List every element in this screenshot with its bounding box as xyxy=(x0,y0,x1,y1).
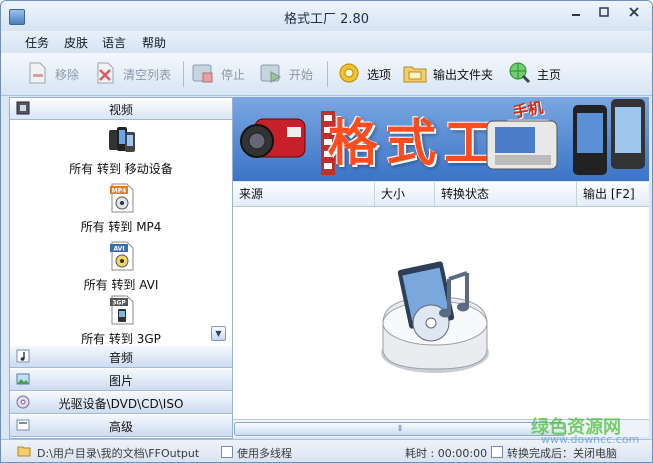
smartphones-icon xyxy=(573,99,645,175)
sidebar: 视频 所有 转到 移动设备 MP4 所有 转到 MP4 AVI 所有 转到 AV… xyxy=(9,97,233,439)
task-list[interactable] xyxy=(233,207,649,419)
camcorder-icon xyxy=(240,118,306,158)
menu-bar: 任务 皮肤 语言 帮助 xyxy=(1,31,652,53)
start-button[interactable]: 开始 xyxy=(259,59,319,89)
list-item-to-mobile[interactable]: 所有 转到 移动设备 xyxy=(10,124,232,180)
clear-list-icon xyxy=(97,62,114,84)
chevron-down-icon: ▼ xyxy=(215,329,222,338)
title-bar[interactable]: 格式工厂 2.80 xyxy=(1,1,652,31)
output-path: D:\用户目录\我的文档\FFOutput xyxy=(37,447,200,460)
grip-icon: ⦀ xyxy=(398,424,402,433)
folder-icon[interactable] xyxy=(17,444,31,458)
minimize-button[interactable] xyxy=(563,6,589,24)
svg-text:MP4: MP4 xyxy=(112,188,127,195)
category-advanced[interactable]: 高级 xyxy=(10,415,232,437)
remove-button[interactable]: 移除 xyxy=(25,59,85,89)
category-video[interactable]: 视频 xyxy=(10,98,232,120)
list-scroll-down-button[interactable]: ▼ xyxy=(211,326,226,341)
menu-task[interactable]: 任务 xyxy=(25,34,49,51)
column-size[interactable]: 大小 xyxy=(375,182,435,206)
clear-list-button[interactable]: 清空列表 xyxy=(93,59,177,89)
column-source[interactable]: 来源 xyxy=(233,182,375,206)
menu-help[interactable]: 帮助 xyxy=(142,34,166,51)
window-title: 格式工厂 2.80 xyxy=(283,12,370,27)
format-factory-logo-icon xyxy=(381,261,489,373)
close-icon xyxy=(629,7,639,17)
close-button[interactable] xyxy=(621,6,647,24)
category-rom-device[interactable]: 光驱设备\DVD\CD\ISO xyxy=(10,392,232,414)
toolbar-separator xyxy=(183,61,184,87)
folder-icon xyxy=(403,66,427,83)
multithread-checkbox[interactable]: 使用多线程 xyxy=(221,445,292,461)
watermark-url: www.downcc.com xyxy=(541,433,640,446)
list-item-to-avi[interactable]: AVI 所有 转到 AVI xyxy=(10,240,232,296)
home-button[interactable]: 主页 xyxy=(507,59,571,89)
stop-icon xyxy=(192,64,213,83)
maximize-icon xyxy=(599,7,609,17)
list-item-to-3gp[interactable]: 3GP 所有 转到 3GP xyxy=(10,294,232,350)
svg-text:AVI: AVI xyxy=(113,246,124,253)
stop-button[interactable]: 停止 xyxy=(191,59,251,89)
remove-icon xyxy=(29,62,46,84)
options-button[interactable]: 选项 xyxy=(337,59,397,89)
column-output[interactable]: 输出 [F2] xyxy=(577,182,649,206)
banner: 格式工厂 手机 xyxy=(233,97,649,181)
elapsed-time: 耗时 : 00:00:00 xyxy=(405,447,488,460)
start-icon xyxy=(260,64,282,83)
mobile-devices-icon xyxy=(109,127,135,152)
checkbox-icon xyxy=(221,446,233,458)
mp4-file-icon: MP4 xyxy=(110,183,134,213)
after-done-checkbox[interactable]: 转换完成后：关闭电脑 xyxy=(491,445,617,461)
menu-skin[interactable]: 皮肤 xyxy=(64,34,88,51)
slider-phone-icon xyxy=(486,120,558,170)
gear-icon xyxy=(339,63,359,83)
column-status[interactable]: 转换状态 xyxy=(435,182,577,206)
svg-text:3GP: 3GP xyxy=(112,300,126,307)
list-item-to-mp4[interactable]: MP4 所有 转到 MP4 xyxy=(10,182,232,238)
task-table-header: 来源 大小 转换状态 输出 [F2] xyxy=(233,182,649,207)
toolbar: 移除 清空列表 停止 开始 选项 输出文件夹 主页 xyxy=(1,53,652,96)
3gp-file-icon: 3GP xyxy=(110,295,134,325)
maximize-button[interactable] xyxy=(591,6,617,24)
toolbar-separator xyxy=(327,61,328,87)
output-folder-button[interactable]: 输出文件夹 xyxy=(403,59,501,89)
menu-language[interactable]: 语言 xyxy=(102,34,126,51)
category-audio[interactable]: 音频 xyxy=(10,346,232,368)
minimize-icon xyxy=(572,14,580,16)
checkbox-icon xyxy=(491,446,503,458)
scrollbar-thumb[interactable]: ⦀ xyxy=(234,422,566,436)
category-image[interactable]: 图片 xyxy=(10,369,232,391)
avi-file-icon: AVI xyxy=(110,241,134,271)
globe-search-icon xyxy=(509,62,531,84)
app-window: 格式工厂 2.80 任务 皮肤 语言 帮助 移除 清空列表 停止 开始 选项 输… xyxy=(0,0,653,463)
